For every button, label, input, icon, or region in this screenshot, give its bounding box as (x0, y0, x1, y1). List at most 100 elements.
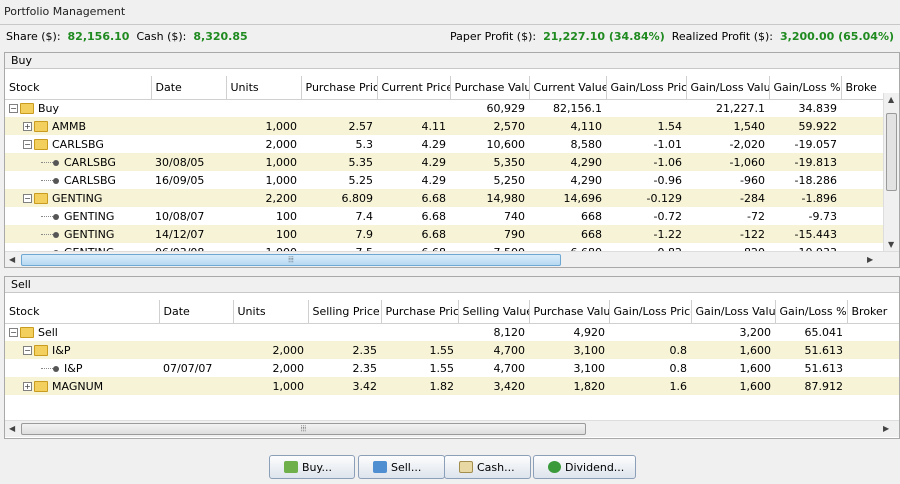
scroll-left-icon[interactable]: ◀ (9, 255, 15, 264)
collapse-icon[interactable]: − (23, 194, 32, 203)
scroll-left-icon[interactable]: ◀ (9, 424, 15, 433)
dividend-button[interactable]: Dividend... (533, 455, 636, 479)
value-cell: -960 (740, 173, 765, 187)
table-row[interactable]: GENTING 10/08/07 100 7.4 6.68 740 668 -0.72 -72 -… (5, 207, 883, 225)
value-cell: 2.35 (308, 341, 381, 359)
column-header[interactable]: Date (159, 300, 234, 324)
stock-cell: GENTING (5, 207, 151, 225)
buy-vscroll-thumb[interactable] (886, 113, 897, 191)
scroll-up-icon[interactable]: ▲ (888, 95, 894, 104)
collapse-icon[interactable]: − (9, 328, 18, 338)
sell-icon (373, 461, 387, 473)
value-cell: -0.82 (606, 243, 686, 252)
value-cell: -9.73 (808, 209, 837, 223)
column-header[interactable]: Gain/Loss Price (609, 300, 692, 324)
buy-hscroll-thumb[interactable]: ⦙⦙⦙ (21, 254, 561, 266)
value-cell: 1,600 (739, 361, 772, 375)
buy-icon (284, 461, 298, 473)
column-header[interactable]: Stock (5, 300, 160, 324)
sell-table-viewport: Stock Date Units Selling Price Purchase Pric… (5, 300, 899, 420)
value-cell: 14/12/07 (151, 225, 226, 243)
column-header[interactable]: Gain/Loss Value (691, 300, 776, 324)
table-row[interactable]: − GENTING 2,200 6.809 6.68 14,980 14,696 -0.129… (5, 189, 883, 207)
column-header[interactable]: Current Price (377, 76, 451, 100)
expand-icon[interactable]: + (23, 122, 32, 131)
buy-horizontal-scrollbar[interactable]: ◀ ⦙⦙⦙ ▶ (5, 251, 899, 267)
table-row[interactable]: GENTING 14/12/07 100 7.9 6.68 790 668 -1.22 -122… (5, 225, 883, 243)
stock-cell: GENTING (5, 243, 151, 251)
column-header[interactable]: Purchase Value (450, 76, 530, 100)
value-cell (841, 117, 883, 135)
column-header[interactable]: Purchase Price (301, 76, 378, 100)
value-cell (841, 207, 883, 225)
value-cell (159, 323, 233, 341)
buy-vertical-scrollbar[interactable]: ▲ ▼ (883, 93, 899, 251)
value-cell: 8,120 (493, 325, 526, 339)
sell-hscroll-thumb[interactable]: ⦙⦙⦙ (21, 423, 586, 435)
table-row[interactable]: I&P 07/07/07 2,000 2.35 1.55 4,700 3,100 0.8 1,6… (5, 359, 899, 377)
buy-panel: Buy StockDateUnitsPurchase PriceCurrent … (4, 52, 900, 268)
column-header[interactable]: Current Value (529, 76, 607, 100)
value-cell: 4.29 (377, 153, 450, 171)
value-cell (841, 153, 883, 171)
stock-name: AMMB (52, 119, 87, 133)
column-header[interactable]: Broker (847, 300, 899, 324)
cash-icon (459, 461, 473, 473)
stock-cell: − I&P (5, 341, 159, 359)
scroll-right-icon[interactable]: ▶ (883, 424, 889, 433)
value-cell (151, 117, 226, 135)
collapse-icon[interactable]: − (23, 346, 32, 355)
column-header[interactable]: Units (226, 76, 302, 100)
scroll-right-icon[interactable]: ▶ (867, 255, 873, 264)
value-cell (841, 189, 883, 207)
column-header[interactable]: Purchase Price (381, 300, 459, 324)
column-header[interactable]: Date (151, 76, 227, 100)
action-buttons: Buy... Sell... Cash... Dividend... (0, 455, 900, 479)
column-header[interactable]: Gain/Loss Value (686, 76, 770, 100)
column-header[interactable]: Stock (5, 76, 152, 100)
value-cell: 1.6 (609, 377, 691, 395)
sell-button[interactable]: Sell... (358, 455, 445, 479)
column-header[interactable]: Broke (841, 76, 883, 100)
value-cell: 59.922 (769, 117, 841, 135)
table-row[interactable]: CARLSBG 30/08/05 1,000 5.35 4.29 5,350 4,290 -1… (5, 153, 883, 171)
table-row[interactable]: CARLSBG 16/09/05 1,000 5.25 4.29 5,250 4,290 -0… (5, 171, 883, 189)
expand-icon[interactable]: + (23, 382, 32, 391)
buy-panel-title: Buy (5, 53, 899, 69)
column-header[interactable]: Gain/Loss Price (606, 76, 687, 100)
value-cell: -284 (686, 189, 769, 207)
value-cell: 2,200 (226, 189, 301, 207)
summary-left: Share ($): 82,156.10 Cash ($): 8,320.85 (6, 30, 248, 43)
table-row[interactable]: − I&P 2,000 2.35 1.55 4,700 3,100 0.8 1,600 51.61… (5, 341, 899, 359)
sell-horizontal-scrollbar[interactable]: ◀ ⦙⦙⦙ ▶ (5, 420, 899, 437)
value-cell: 4.29 (421, 173, 447, 187)
collapse-icon[interactable]: − (23, 140, 32, 149)
value-cell: 1.82 (381, 377, 458, 395)
realized-profit-label: Realized Profit ($): (671, 30, 774, 43)
table-row[interactable]: − Buy 60,929 82,156.1 21,227.1 34.839 (5, 99, 883, 117)
table-row[interactable]: + AMMB 1,000 2.57 4.11 2,570 4,110 1.54 1,540 59.… (5, 117, 883, 135)
buy-button[interactable]: Buy... (269, 455, 355, 479)
value-cell (301, 99, 377, 117)
value-cell (606, 99, 686, 117)
collapse-icon[interactable]: − (9, 104, 18, 114)
value-cell: 6.68 (377, 243, 450, 252)
stock-cell: CARLSBG (5, 153, 151, 171)
column-header[interactable]: Selling Price (308, 300, 382, 324)
table-row[interactable]: GENTING06/03/081,0007.56.687,5006,680-0.… (5, 243, 883, 251)
dividend-icon (548, 461, 561, 473)
column-header[interactable]: Selling Value (458, 300, 530, 324)
value-cell: 1,600 (691, 341, 775, 359)
table-row[interactable]: − CARLSBG 2,000 5.3 4.29 10,600 8,580 -1.01 -2,0… (5, 135, 883, 153)
table-row[interactable]: + MAGNUM 1,000 3.42 1.82 3,420 1,820 1.6 1,600 87… (5, 377, 899, 395)
column-header[interactable]: Gain/Loss % (775, 300, 848, 324)
value-cell: 1,000 (226, 243, 301, 252)
column-header[interactable]: Units (233, 300, 309, 324)
value-cell: 60,929 (486, 101, 526, 115)
value-cell (847, 341, 899, 359)
cash-button[interactable]: Cash... (444, 455, 531, 479)
scroll-down-icon[interactable]: ▼ (888, 240, 894, 249)
column-header[interactable]: Purchase Value (529, 300, 610, 324)
column-header[interactable]: Gain/Loss % (769, 76, 842, 100)
table-row[interactable]: − Sell 8,120 4,920 3,200 65.041 (5, 323, 899, 341)
